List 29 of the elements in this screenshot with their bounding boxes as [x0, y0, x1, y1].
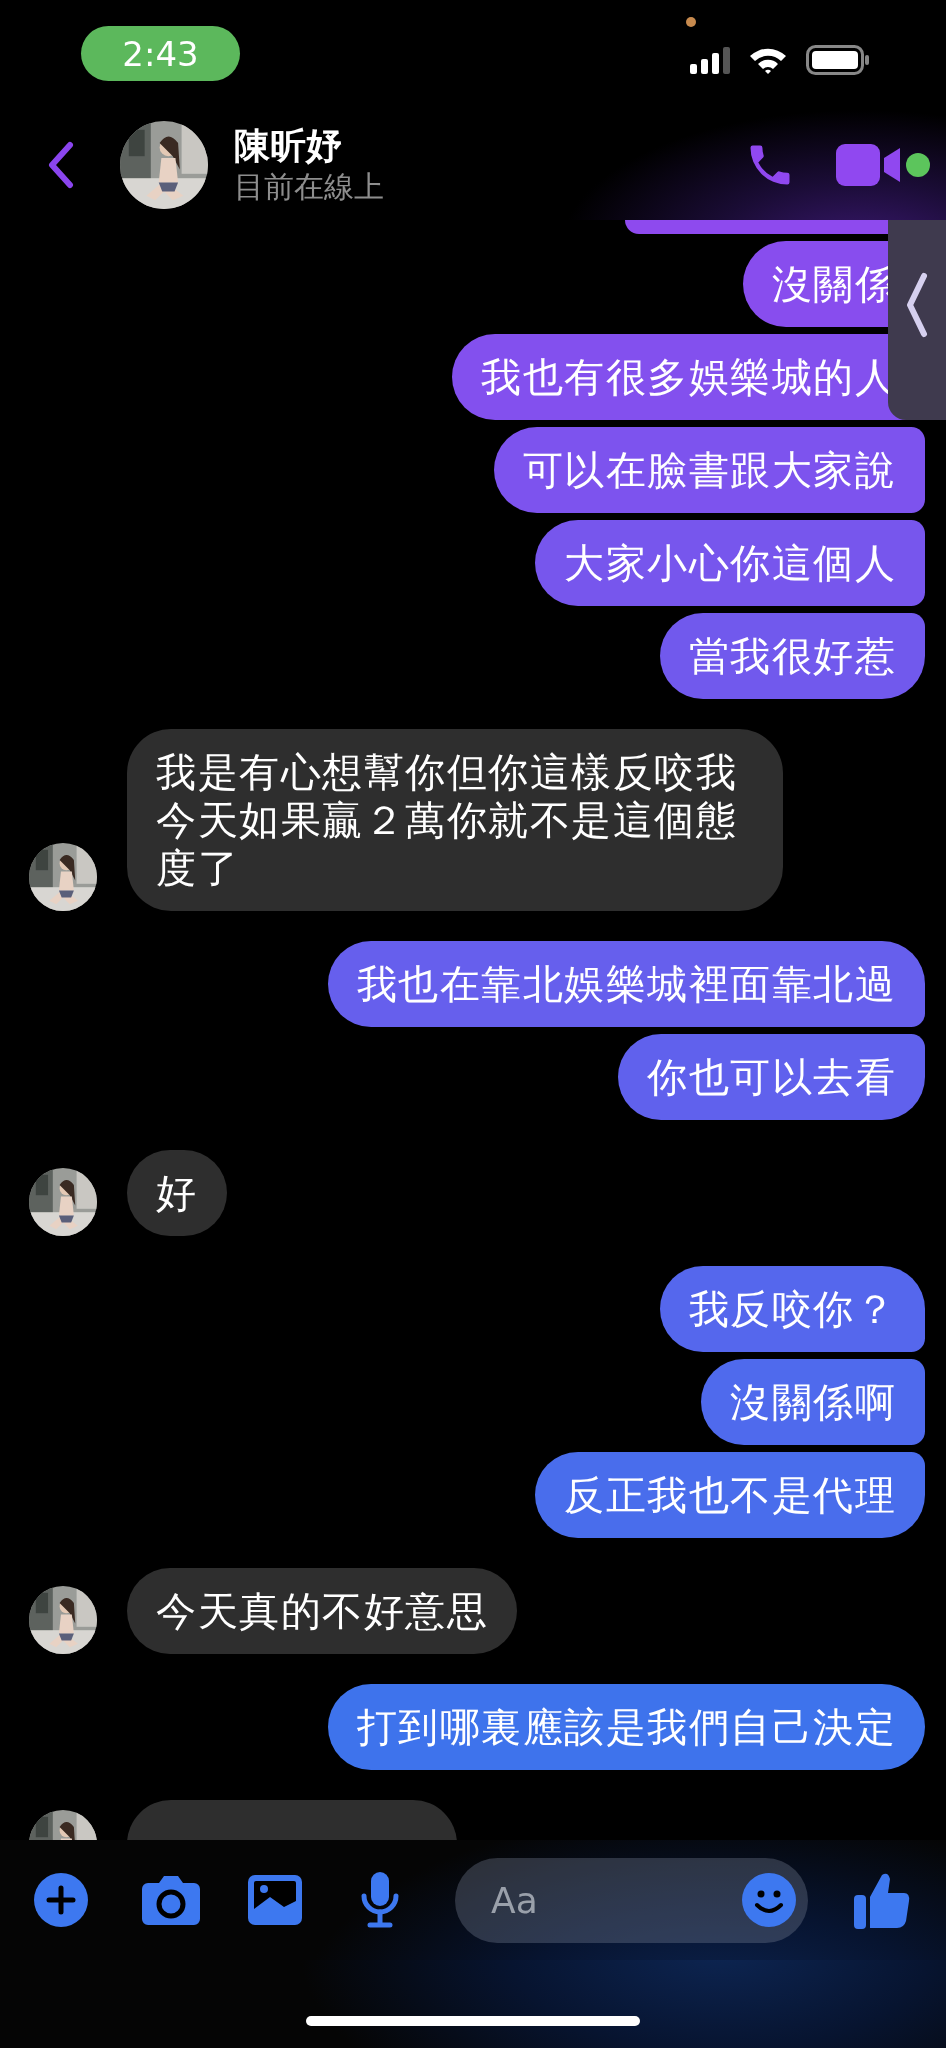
add-icon[interactable]	[34, 1873, 88, 1927]
message-bubble: 打到哪裏應該是我們自己決定	[327, 1684, 925, 1770]
message-bubble: 可以在臉書跟大家說	[493, 427, 925, 513]
back-icon[interactable]	[46, 141, 76, 189]
microphone-icon[interactable]	[360, 1872, 400, 1928]
video-camera-icon[interactable]	[836, 142, 902, 188]
message-bubble: 好	[127, 1150, 227, 1236]
thumbs-up-icon[interactable]	[854, 1871, 910, 1929]
indicator-dot	[686, 17, 696, 27]
battery-icon	[806, 45, 870, 75]
emoji-icon[interactable]	[742, 1872, 796, 1927]
message-bubble: 今天真的不好意思	[127, 1568, 517, 1654]
message-bubble: 沒關係啊	[701, 1359, 925, 1445]
signal-icon	[690, 46, 730, 74]
contact-status: 目前在線上	[234, 168, 384, 206]
image-icon[interactable]	[248, 1875, 302, 1925]
clock-time: 2:43	[81, 26, 240, 81]
message-bubble: 你也可以去看	[618, 1034, 925, 1120]
contact-name: 陳昕妤	[234, 124, 343, 168]
camera-icon[interactable]	[142, 1875, 200, 1925]
message-bubble: 我反咬你？	[659, 1266, 925, 1352]
chevron-left-icon	[906, 272, 928, 338]
online-dot	[906, 153, 930, 177]
side-panel-handle[interactable]	[888, 220, 946, 420]
message-bubble: 當我很好惹	[659, 613, 925, 699]
message-bubble: 反正我也不是代理	[535, 1452, 925, 1538]
message-bubble: 大家小心你這個人	[535, 520, 925, 606]
message-bubble: 我是有心想幫你但你這樣反咬我今天如果贏２萬你就不是這個態度了	[127, 729, 783, 911]
message-bubble: 我也在靠北娛樂城裡面靠北過	[327, 941, 925, 1027]
